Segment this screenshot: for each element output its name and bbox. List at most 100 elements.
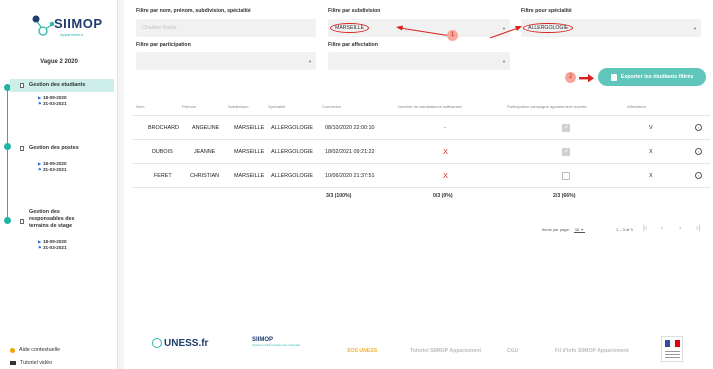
cell-prenom: CHRISTIAN xyxy=(190,173,220,179)
row-action-icon[interactable]: › xyxy=(695,172,702,179)
logo-text: SIIMOP xyxy=(54,16,103,31)
end-date: ⚑31-03-2021 xyxy=(38,101,67,106)
chevron-down-icon: ▼ xyxy=(693,26,697,31)
next-page-icon[interactable]: › xyxy=(679,225,681,232)
sidebar-item-internship-managers-header[interactable]: Gestion des responsables des terrains de… xyxy=(16,206,96,233)
cell-nom: DUBOIS xyxy=(152,149,173,155)
cell-candidatures: - xyxy=(444,125,446,131)
students-table: Nom Prénom Subdivision Spécialité Connex… xyxy=(132,98,710,205)
end-date: ⚑31-03-2021 xyxy=(38,167,67,172)
cell-connexion: 08/10/2020 22:00:10 xyxy=(325,125,375,131)
start-date: ▶ 18-09-2020 xyxy=(38,161,67,166)
export-filtered-students-button[interactable]: Exporter les étudiants filtrés xyxy=(598,68,706,86)
footer-link-cgu[interactable]: CGU xyxy=(507,348,519,354)
cell-affectation: X xyxy=(649,173,653,179)
table-row[interactable]: FERET CHRISTIAN MARSEILLE ALLERGOLOGIE 1… xyxy=(132,164,710,188)
last-page-icon[interactable]: ›| xyxy=(696,225,700,232)
uness-logo-link[interactable]: UNESS.fr xyxy=(152,338,208,349)
sidebar-item-posts[interactable]: Gestion des postes ▶ 18-09-2020 ⚑31-03-20… xyxy=(16,142,112,172)
cell-connexion: 18/02/2021 09:21:22 xyxy=(325,149,375,155)
total-connexion: 3/3 (100%) xyxy=(326,193,352,199)
column-header[interactable]: Nombre de candidatures suffisantes xyxy=(398,98,462,116)
contextual-help-link[interactable]: Aide contextuelle xyxy=(10,347,60,353)
cell-nom: BROCHARD xyxy=(148,125,179,131)
row-action-icon[interactable]: › xyxy=(695,148,702,155)
cell-specialite: ALLERGOLOGIE xyxy=(271,173,313,179)
column-header[interactable]: Affectation xyxy=(627,98,646,116)
subdivision-filter-label: Filtre par subdivision xyxy=(328,8,381,14)
name-filter-label: Filtre par nom, prénom, subdivision, spé… xyxy=(136,8,251,14)
export-file-icon xyxy=(610,73,617,81)
first-page-icon[interactable]: |‹ xyxy=(643,225,647,232)
annotation-marker-1: 1 xyxy=(447,30,458,41)
sidebar-item-label: Gestion des etudiants xyxy=(29,82,86,88)
footer-link-tutorial[interactable]: Tutoriel SIIMOP Appariement xyxy=(410,348,481,354)
participation-checkbox[interactable] xyxy=(562,172,570,180)
cell-candidatures: X xyxy=(443,147,449,156)
participation-checkbox[interactable] xyxy=(562,147,570,157)
name-filter-input[interactable]: Charline Barbe xyxy=(136,19,316,37)
page-range: 1 – 3 of 3 xyxy=(616,227,633,232)
footer-link-news[interactable]: Fil d'info SIIMOP Appariement xyxy=(555,348,629,354)
annotation-marker-2: 2 xyxy=(565,72,576,83)
prev-page-icon[interactable]: ‹ xyxy=(661,225,663,232)
timeline-dot xyxy=(4,217,11,224)
specialty-selected-value: ALLERGOLOGIE xyxy=(523,23,574,33)
cell-subdivision: MARSEILLE xyxy=(234,149,265,155)
affectation-filter-select[interactable]: ▼ xyxy=(328,52,510,70)
participation-checkbox[interactable] xyxy=(562,123,570,133)
annotation-arrow-3 xyxy=(579,74,594,82)
cell-prenom: JEANNE xyxy=(194,149,216,155)
sidebar-item-label: Gestion des responsables des terrains de… xyxy=(29,209,75,229)
cell-prenom: ANGELINE xyxy=(192,125,220,131)
cell-subdivision: MARSEILLE xyxy=(234,125,265,131)
chevron-down-icon: ▼ xyxy=(502,59,506,64)
column-header[interactable]: Prénom xyxy=(182,98,196,116)
row-action-icon[interactable]: › xyxy=(695,124,702,131)
total-participation: 2/3 (66%) xyxy=(553,193,576,199)
document-icon xyxy=(20,219,24,224)
table-header: Nom Prénom Subdivision Spécialité Connex… xyxy=(132,98,710,116)
participation-filter-label: Filtre par participation xyxy=(136,42,191,48)
cell-affectation: X xyxy=(649,149,653,155)
sidebar: SIIMOP Appariement Vague 2 2020 Gestion … xyxy=(0,0,118,369)
timeline-dot xyxy=(4,143,11,150)
molecule-logo-icon xyxy=(32,15,55,36)
main-content: Filtre par nom, prénom, subdivision, spé… xyxy=(124,0,713,369)
subdivision-selected-value: MARSEILLE xyxy=(330,23,370,33)
annotation-arrow-1 xyxy=(396,25,452,37)
affectation-filter-label: Filtre par affectation xyxy=(328,42,378,48)
sidebar-item-posts-header[interactable]: Gestion des postes xyxy=(16,142,112,155)
cell-nom: FERET xyxy=(154,173,172,179)
column-header[interactable]: Connexion xyxy=(322,98,341,116)
column-header[interactable]: Nom xyxy=(136,98,144,116)
table-totals-row: 3/3 (100%) 0/3 (0%) 2/3 (66%) xyxy=(132,188,710,205)
specialty-filter-select[interactable]: ALLERGOLOGIE ▼ xyxy=(521,19,701,37)
start-date: ▶ 18-09-2020 xyxy=(38,95,67,100)
sidebar-item-students[interactable]: Gestion des etudiants ▶ 18-09-2020 ⚑31-03… xyxy=(10,79,114,106)
table-row[interactable]: BROCHARD ANGELINE MARSEILLE ALLERGOLOGIE… xyxy=(132,116,710,140)
video-camera-icon xyxy=(10,361,16,365)
end-date: ⚑31-03-2021 xyxy=(38,245,67,250)
items-per-page: Items per page: 10 ▼ xyxy=(542,227,586,233)
column-header[interactable]: Participation campagne appariement ouver… xyxy=(507,98,587,116)
sidebar-item-internship-managers[interactable]: Gestion des responsables des terrains de… xyxy=(16,206,112,250)
column-header[interactable]: Spécialité xyxy=(268,98,285,116)
wave-title: Vague 2 2020 xyxy=(40,59,78,65)
cell-connexion: 10/06/2020 21:37:51 xyxy=(325,173,375,179)
footer-link-sos-uness[interactable]: SOS UNESS xyxy=(347,348,377,354)
siimop-logo[interactable]: SIIMOP Appariement xyxy=(30,12,103,42)
timeline-line xyxy=(7,84,8,224)
participation-filter-select[interactable]: ▼ xyxy=(136,52,316,70)
document-icon xyxy=(20,83,24,88)
sidebar-item-students-header[interactable]: Gestion des etudiants xyxy=(10,79,114,92)
column-header[interactable]: Subdivision xyxy=(228,98,248,116)
table-row[interactable]: DUBOIS JEANNE MARSEILLE ALLERGOLOGIE 18/… xyxy=(132,140,710,164)
logo-subtext: Appariement xyxy=(60,32,83,37)
footer-siimop-logo[interactable]: SIIMOP Système d'Information des Interna… xyxy=(252,337,300,347)
cell-specialite: ALLERGOLOGIE xyxy=(271,149,313,155)
french-republic-logo xyxy=(661,336,683,362)
annotation-arrow-2 xyxy=(489,26,522,39)
video-tutorial-link[interactable]: Tutoriel vidéo xyxy=(10,360,52,366)
footer: UNESS.fr SIIMOP Système d'Information de… xyxy=(124,330,713,369)
